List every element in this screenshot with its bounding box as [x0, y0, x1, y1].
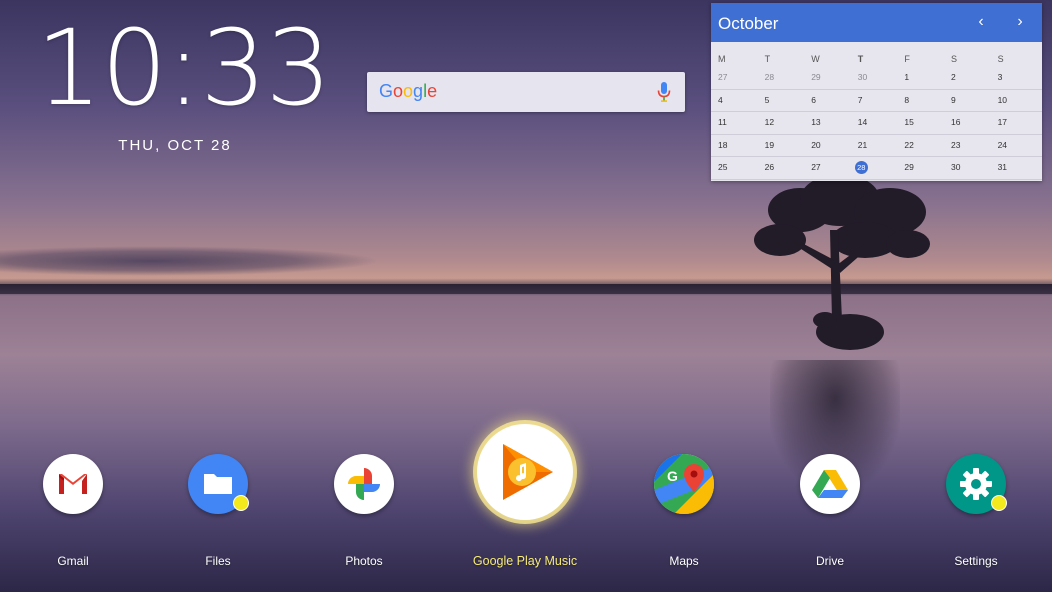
calendar-day[interactable]: 12 [758, 112, 805, 134]
drive-icon [800, 454, 860, 514]
calendar-day[interactable]: 27 [711, 67, 758, 89]
app-label-gmail: Gmail [57, 554, 89, 568]
calendar-day[interactable]: 7 [851, 90, 898, 112]
maps-icon: G [654, 454, 714, 514]
google-logo-letter: o [393, 81, 404, 101]
calendar-day[interactable]: 23 [944, 135, 991, 157]
app-label-files: Files [205, 554, 231, 568]
calendar-weekday: F [904, 54, 910, 64]
play-music-icon [477, 424, 573, 520]
calendar-weekday: S [950, 54, 957, 64]
chevron-right-icon[interactable]: › [1010, 12, 1030, 32]
app-settings[interactable]: Settings [916, 424, 1036, 568]
calendar-day[interactable]: 28 [851, 157, 898, 179]
wallpaper-clouds [0, 246, 380, 276]
calendar-day[interactable]: 21 [851, 135, 898, 157]
calendar-day[interactable]: 27 [804, 157, 851, 179]
app-files[interactable]: Files [158, 424, 278, 568]
app-photos[interactable]: Photos [304, 424, 424, 568]
calendar-day[interactable]: 8 [897, 90, 944, 112]
google-search-bar[interactable]: Google [367, 72, 685, 112]
calendar-day[interactable]: 13 [804, 112, 851, 134]
calendar-week-row: 25 26 27 28 29 30 31 [711, 157, 1042, 180]
photos-icon [334, 454, 394, 514]
calendar-widget[interactable]: October ‹ › MTWTFSS 27 28 29 30 1 2 3 4 5 6 7 8 9 10 1… [711, 3, 1042, 181]
calendar-day[interactable]: 14 [851, 112, 898, 134]
calendar-weekday: M [718, 54, 726, 64]
calendar-day[interactable]: 31 [991, 157, 1038, 179]
calendar-weekday: T [764, 54, 771, 64]
google-logo-letter: G [379, 81, 394, 101]
notification-badge-icon [991, 495, 1007, 511]
calendar-day[interactable]: 11 [711, 112, 758, 134]
calendar-day[interactable]: 5 [758, 90, 805, 112]
calendar-header: October ‹ › [711, 3, 1042, 42]
google-logo: Google [379, 81, 437, 102]
calendar-day[interactable]: 19 [758, 135, 805, 157]
app-maps[interactable]: G Maps [624, 424, 744, 568]
gmail-icon [43, 454, 103, 514]
calendar-weekday: W [811, 54, 820, 64]
notification-badge-icon [233, 495, 249, 511]
clock-date[interactable]: THU, OCT 28 [60, 137, 290, 154]
app-drive[interactable]: Drive [770, 424, 890, 568]
app-label-google-play-music: Google Play Music [472, 554, 578, 568]
calendar-day[interactable]: 3 [991, 67, 1038, 89]
calendar-day[interactable]: 4 [711, 90, 758, 112]
calendar-day[interactable]: 28 [758, 67, 805, 89]
app-label-settings: Settings [954, 554, 998, 568]
google-logo-letter: o [403, 81, 414, 101]
google-logo-letter: g [413, 81, 424, 101]
calendar-weekday-row: MTWTFSS [711, 51, 1042, 67]
calendar-week-row: 18 19 20 21 22 23 24 [711, 135, 1042, 157]
app-label-drive: Drive [815, 554, 844, 568]
calendar-weekday: S [997, 54, 1004, 64]
svg-text:G: G [667, 468, 678, 484]
calendar-day[interactable]: 16 [944, 112, 991, 134]
calendar-day[interactable]: 1 [897, 67, 944, 89]
calendar-week-row: 27 28 29 30 1 2 3 [711, 67, 1042, 90]
calendar-weekday: T [857, 54, 864, 64]
calendar-day[interactable]: 9 [944, 90, 991, 112]
chevron-left-icon[interactable]: ‹ [971, 12, 991, 32]
calendar-day[interactable]: 30 [851, 67, 898, 89]
app-label-maps: Maps [669, 554, 699, 568]
app-label-photos: Photos [345, 554, 383, 568]
calendar-day[interactable]: 30 [944, 157, 991, 179]
calendar-day[interactable]: 24 [991, 135, 1038, 157]
app-gmail[interactable]: Gmail [13, 424, 133, 568]
calendar-day[interactable]: 22 [897, 135, 944, 157]
calendar-week-row: 11 12 13 14 15 16 17 [711, 112, 1042, 135]
calendar-day[interactable]: 18 [711, 135, 758, 157]
calendar-day[interactable]: 15 [897, 112, 944, 134]
calendar-day[interactable]: 17 [991, 112, 1038, 134]
mic-icon[interactable] [657, 82, 671, 102]
calendar-day[interactable]: 29 [804, 67, 851, 89]
calendar-day[interactable]: 20 [804, 135, 851, 157]
clock-time[interactable]: 10:33 [36, 14, 332, 122]
calendar-day[interactable]: 29 [897, 157, 944, 179]
calendar-day[interactable]: 6 [804, 90, 851, 112]
calendar-day[interactable]: 10 [991, 90, 1038, 112]
calendar-day[interactable]: 25 [711, 157, 758, 179]
calendar-week-row: 4 5 6 7 8 9 10 [711, 90, 1042, 112]
calendar-day[interactable]: 26 [758, 157, 805, 179]
calendar-month[interactable]: October [718, 14, 778, 34]
google-logo-letter: e [427, 81, 438, 101]
calendar-day[interactable]: 2 [944, 67, 991, 89]
calendar-today-marker[interactable]: 28 [854, 161, 868, 174]
tree-silhouette-icon [754, 174, 930, 350]
calendar-grid: MTWTFSS 27 28 29 30 1 2 3 4 5 6 7 8 9 10 11 12 13 14 15 16 1… [711, 51, 1042, 180]
